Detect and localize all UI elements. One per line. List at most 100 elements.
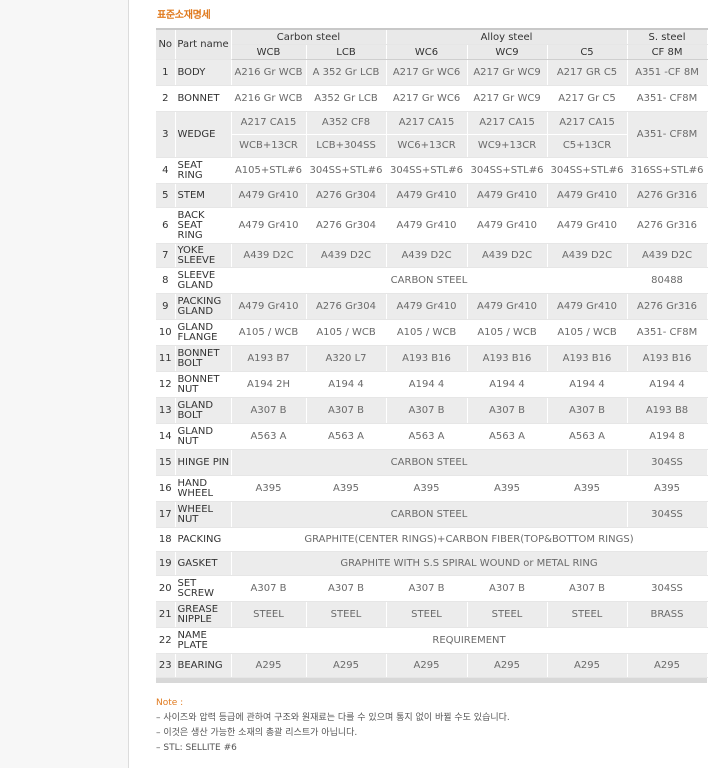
part-name: SET SCREW [175,575,232,602]
material-cell: 304SS [627,501,708,528]
material-cell: A276 Gr304 [306,293,387,320]
table-row: 23 BEARING A295 A295 A295 A295 A295 A295 [156,653,708,678]
material-cell: 304SS [627,575,708,602]
material-cell: A295 [231,653,307,678]
material-cell: STEEL [547,601,628,628]
material-cell-bottom: WCB+13CR [239,140,298,151]
table-row: 21 GREASE NIPPLE STEEL STEEL STEEL STEEL STEEL… [156,601,708,628]
part-name: BONNET NUT [175,371,232,398]
material-cell: A439 D2C [627,243,708,268]
material-cell: 316SS+STL#6 [627,157,708,184]
part-name: HAND WHEEL [175,475,232,502]
table-row: 5 STEM A479 Gr410 A276 Gr304 A479 Gr410 A479 … [156,183,708,208]
part-name: STEM [175,183,232,208]
material-cell-bottom: WC9+13CR [477,140,537,151]
row-number: 5 [156,183,176,208]
material-cell-top: A217 CA15 [231,112,305,135]
material-cell: A307 B [386,397,468,424]
material-cell: A307 B [547,397,628,424]
material-cell: A 352 Gr LCB [306,59,387,86]
material-cell: A105 / WCB [231,319,307,346]
row-number: 19 [156,551,176,576]
material-cell: STEEL [467,601,548,628]
material-cell: A193 B16 [547,345,628,372]
material-cell: A307 B [231,397,307,424]
material-cell: A295 [627,653,708,678]
row-number: 16 [156,475,176,502]
table-row: 8 SLEEVE GLAND CARBON STEEL 80488 [156,267,708,294]
material-cell: A395 [547,475,628,502]
material-cell: A479 Gr410 [547,207,628,244]
material-cell: A194 8 [627,423,708,450]
material-cell: A276 Gr316 [627,183,708,208]
part-name: WHEEL NUT [175,501,232,528]
material-cell: A479 Gr410 [547,183,628,208]
left-sidebar [0,0,129,768]
part-name: GLAND NUT [175,423,232,450]
material-cell: 304SS+STL#6 [306,157,387,184]
table-body: 1 BODY A216 Gr WCB A 352 Gr LCB A217 Gr WC6 A… [156,59,708,678]
part-name: BACK SEAT RING [175,207,232,244]
header-group-alloy-steel: Alloy steel [386,28,628,45]
table-row: 12 BONNET NUT A194 2H A194 4 A194 4 A194 4 A19… [156,371,708,398]
header-group-stainless-steel: S. steel [627,28,708,45]
material-cell: STEEL [386,601,468,628]
row-number: 14 [156,423,176,450]
table-row: 16 HAND WHEEL A395 A395 A395 A395 A395 A395 [156,475,708,502]
table-bottom-rule [156,678,707,683]
material-cell: A276 Gr316 [627,207,708,244]
part-name: GASKET [175,551,232,576]
material-cell: A105+STL#6 [231,157,307,184]
row-number: 6 [156,207,176,244]
material-cell: A193 B8 [627,397,708,424]
material-cell-top: A217 CA15 [467,112,547,135]
row-number: 4 [156,157,176,184]
material-cell: A295 [306,653,387,678]
header-sub-wcb: WCB [231,44,307,60]
material-cell: A194 4 [547,371,628,398]
part-name: HINGE PIN [175,449,232,476]
material-cell: A216 Gr WCB [231,59,307,86]
table-row: 7 YOKE SLEEVE A439 D2C A439 D2C A439 D2C A439… [156,243,708,268]
material-cell-bottom: WC6+13CR [397,140,456,151]
table-row: 18 PACKING GRAPHITE(CENTER RINGS)+CARBON F… [156,527,708,552]
header-sub-c5: C5 [547,44,628,60]
material-cell: A351 -CF 8M [627,59,708,86]
material-cell: A194 4 [627,371,708,398]
material-cell-split: A217 CA15 WC9+13CR [467,111,548,158]
material-full-span-cell: GRAPHITE WITH S.S SPIRAL WOUND or METAL … [231,551,708,576]
row-number: 2 [156,85,176,112]
page-title: 표준소재명세 [157,10,211,21]
row-number: 20 [156,575,176,602]
row-number: 17 [156,501,176,528]
material-cell: A295 [386,653,468,678]
header-sub-wc6: WC6 [386,44,468,60]
material-cell: A439 D2C [547,243,628,268]
table-row: 9 PACKING GLAND A479 Gr410 A276 Gr304 A479 G… [156,293,708,320]
part-name: GREASE NIPPLE [175,601,232,628]
material-cell-split: A352 CF8 LCB+304SS [306,111,387,158]
row-number: 18 [156,527,176,552]
material-cell-split: A217 CA15 WCB+13CR [231,111,307,158]
notes-heading: Note : [156,698,184,708]
table-row: 20 SET SCREW A307 B A307 B A307 B A307 B A307 … [156,575,708,602]
material-cell-top: A217 CA15 [547,112,627,135]
material-cell: A307 B [467,575,548,602]
part-name: BODY [175,59,232,86]
part-name: GLAND BOLT [175,397,232,424]
part-name: BONNET BOLT [175,345,232,372]
material-cell: A479 Gr410 [386,293,468,320]
material-table-wrapper: No Part name Carbon steel Alloy steel S.… [156,28,708,683]
material-cell: A217 GR C5 [547,59,628,86]
material-cell-split: A217 CA15 C5+13CR [547,111,628,158]
header-sub-lcb: LCB [306,44,387,60]
material-cell: A563 A [231,423,307,450]
material-cell-bottom: C5+13CR [562,140,612,151]
part-name: BONNET [175,85,232,112]
row-number: 3 [156,111,176,158]
header-sub-cf8m: CF 8M [627,44,708,60]
material-cell: A193 B16 [467,345,548,372]
table-row: 1 BODY A216 Gr WCB A 352 Gr LCB A217 Gr WC6 A… [156,59,708,86]
material-cell: A439 D2C [386,243,468,268]
material-cell: A276 Gr304 [306,183,387,208]
